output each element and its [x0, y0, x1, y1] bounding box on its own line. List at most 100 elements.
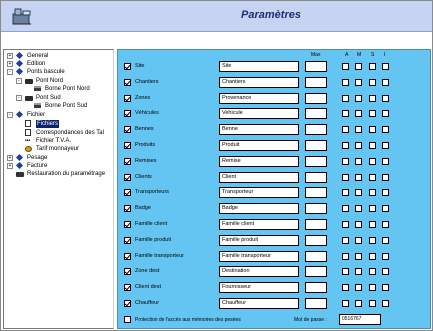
access-i-checkbox[interactable] — [382, 110, 389, 118]
max-field[interactable] — [305, 234, 327, 246]
collapse-icon[interactable]: - — [16, 78, 22, 84]
access-m-checkbox[interactable] — [355, 268, 362, 276]
access-a-checkbox[interactable] — [342, 205, 349, 213]
name-field[interactable]: Transporteur — [219, 187, 299, 199]
access-s-checkbox[interactable] — [369, 300, 376, 307]
name-field[interactable]: Site — [219, 61, 299, 72]
enable-checkbox[interactable] — [124, 157, 131, 165]
access-a-checkbox[interactable] — [342, 173, 349, 181]
access-s-checkbox[interactable] — [369, 221, 376, 228]
max-field[interactable] — [305, 266, 327, 278]
access-a-checkbox[interactable] — [342, 221, 349, 228]
tree-item[interactable]: - Pont Sud — [16, 94, 112, 102]
enable-checkbox[interactable] — [124, 300, 131, 307]
access-m-checkbox[interactable] — [355, 205, 362, 213]
access-s-checkbox[interactable] — [369, 63, 376, 70]
access-i-checkbox[interactable] — [382, 173, 389, 181]
access-s-checkbox[interactable] — [369, 252, 376, 260]
tree-item[interactable]: + Edition — [7, 59, 112, 68]
access-m-checkbox[interactable] — [355, 142, 362, 149]
access-a-checkbox[interactable] — [342, 236, 349, 244]
tree-item[interactable]: Tarif monnayeur — [16, 145, 112, 153]
access-s-checkbox[interactable] — [369, 157, 376, 165]
enable-checkbox[interactable] — [124, 205, 131, 213]
access-a-checkbox[interactable] — [342, 252, 349, 260]
access-i-checkbox[interactable] — [382, 236, 389, 244]
enable-checkbox[interactable] — [124, 268, 131, 276]
enable-checkbox[interactable] — [124, 94, 131, 102]
access-m-checkbox[interactable] — [355, 221, 362, 228]
name-field[interactable]: Chantiers — [219, 76, 299, 88]
collapse-icon[interactable]: - — [7, 69, 13, 75]
expand-icon[interactable]: + — [7, 163, 13, 169]
access-a-checkbox[interactable] — [342, 157, 349, 165]
access-a-checkbox[interactable] — [342, 63, 349, 70]
name-field[interactable]: Famille client — [219, 219, 299, 230]
access-a-checkbox[interactable] — [342, 189, 349, 197]
tree-item[interactable]: - Fichier — [7, 110, 112, 119]
max-field[interactable] — [305, 92, 327, 104]
access-a-checkbox[interactable] — [342, 142, 349, 149]
access-i-checkbox[interactable] — [382, 268, 389, 276]
access-s-checkbox[interactable] — [369, 110, 376, 118]
access-m-checkbox[interactable] — [355, 126, 362, 134]
max-field[interactable] — [305, 61, 327, 72]
access-m-checkbox[interactable] — [355, 189, 362, 197]
max-field[interactable] — [305, 282, 327, 294]
access-i-checkbox[interactable] — [382, 94, 389, 102]
access-s-checkbox[interactable] — [369, 284, 376, 292]
max-field[interactable] — [305, 298, 327, 309]
tree-item[interactable]: Borne Pont Sud — [25, 102, 112, 110]
access-i-checkbox[interactable] — [382, 78, 389, 86]
enable-checkbox[interactable] — [124, 173, 131, 181]
access-m-checkbox[interactable] — [355, 284, 362, 292]
access-m-checkbox[interactable] — [355, 300, 362, 307]
tree-item[interactable]: + General — [7, 51, 112, 60]
protection-checkbox[interactable] — [124, 316, 131, 323]
name-field[interactable]: Vehicule — [219, 108, 299, 120]
name-field[interactable]: Fournisseur — [219, 282, 299, 294]
password-field[interactable]: 0516767 — [339, 314, 381, 325]
access-m-checkbox[interactable] — [355, 236, 362, 244]
max-field[interactable] — [305, 124, 327, 136]
tree-item[interactable]: Restauration du paramétrage — [7, 170, 112, 178]
access-m-checkbox[interactable] — [355, 94, 362, 102]
enable-checkbox[interactable] — [124, 110, 131, 118]
access-s-checkbox[interactable] — [369, 94, 376, 102]
name-field[interactable]: Client — [219, 171, 299, 183]
access-i-checkbox[interactable] — [382, 126, 389, 134]
access-m-checkbox[interactable] — [355, 110, 362, 118]
max-field[interactable] — [305, 155, 327, 167]
name-field[interactable]: Chauffeur — [219, 298, 299, 309]
access-i-checkbox[interactable] — [382, 284, 389, 292]
enable-checkbox[interactable] — [124, 236, 131, 244]
max-field[interactable] — [305, 108, 327, 120]
collapse-icon[interactable]: - — [7, 112, 13, 118]
access-s-checkbox[interactable] — [369, 78, 376, 86]
access-i-checkbox[interactable] — [382, 63, 389, 70]
name-field[interactable]: Produit — [219, 140, 299, 151]
access-m-checkbox[interactable] — [355, 157, 362, 165]
access-i-checkbox[interactable] — [382, 221, 389, 228]
access-s-checkbox[interactable] — [369, 173, 376, 181]
settings-tree[interactable]: + General + Edition - Ponts bascule - Pont Nord… — [3, 49, 114, 329]
access-s-checkbox[interactable] — [369, 189, 376, 197]
enable-checkbox[interactable] — [124, 78, 131, 86]
access-a-checkbox[interactable] — [342, 268, 349, 276]
access-a-checkbox[interactable] — [342, 284, 349, 292]
access-a-checkbox[interactable] — [342, 126, 349, 134]
enable-checkbox[interactable] — [124, 189, 131, 197]
name-field[interactable]: Badge — [219, 203, 299, 215]
access-s-checkbox[interactable] — [369, 205, 376, 213]
access-m-checkbox[interactable] — [355, 173, 362, 181]
access-a-checkbox[interactable] — [342, 110, 349, 118]
name-field[interactable]: Famille produit — [219, 234, 299, 246]
enable-checkbox[interactable] — [124, 142, 131, 149]
access-a-checkbox[interactable] — [342, 94, 349, 102]
tree-item[interactable]: Borne Pont Nord — [25, 85, 112, 93]
enable-checkbox[interactable] — [124, 284, 131, 292]
access-i-checkbox[interactable] — [382, 252, 389, 260]
max-field[interactable] — [305, 219, 327, 230]
access-i-checkbox[interactable] — [382, 205, 389, 213]
access-a-checkbox[interactable] — [342, 300, 349, 307]
